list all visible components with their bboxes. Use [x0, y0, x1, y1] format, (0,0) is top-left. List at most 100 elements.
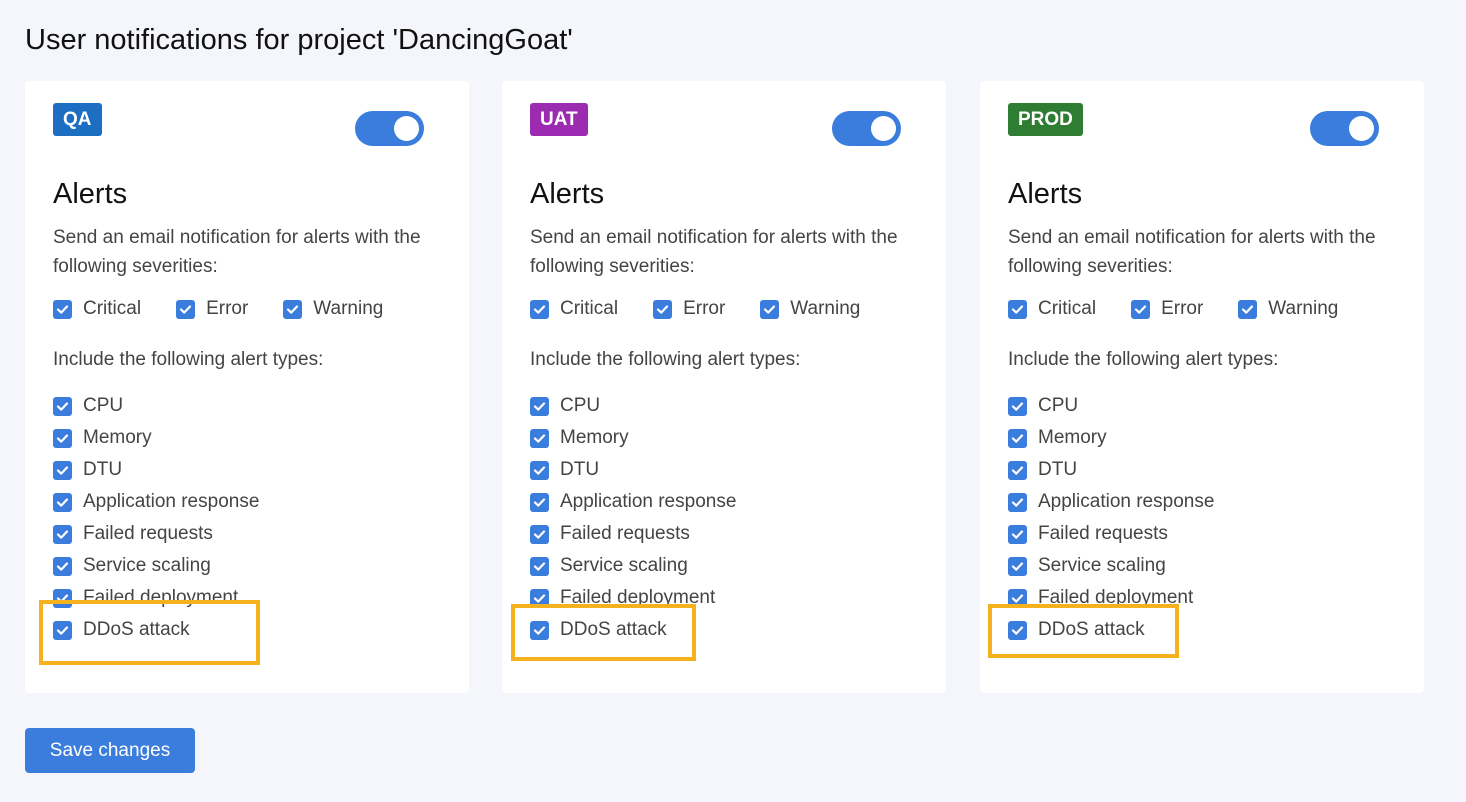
checkbox-checked-icon[interactable]: [53, 299, 72, 319]
checkbox-checked-icon[interactable]: [1008, 396, 1027, 416]
checkbox-label: Application response: [560, 491, 737, 512]
checkbox-label: Service scaling: [83, 555, 211, 576]
alert-type-checkbox-failed-requests[interactable]: Failed requests: [530, 518, 736, 550]
checkbox-label: Failed deployment: [83, 587, 239, 608]
severity-checkbox-warning[interactable]: Warning: [1238, 298, 1338, 320]
checkbox-checked-icon[interactable]: [53, 428, 72, 448]
alert-types-heading: Include the following alert types:: [530, 349, 801, 370]
environment-toggle[interactable]: [832, 111, 901, 146]
alert-type-checkbox-ddos-attack[interactable]: DDoS attack: [530, 614, 736, 646]
alert-type-checkbox-dtu[interactable]: DTU: [53, 454, 259, 486]
section-title: Alerts: [1008, 178, 1083, 210]
checkbox-label: Memory: [83, 427, 152, 448]
alert-type-checkbox-service-scaling[interactable]: Service scaling: [53, 550, 259, 582]
checkbox-label: Application response: [83, 491, 260, 512]
alert-type-checkbox-memory[interactable]: Memory: [530, 422, 736, 454]
alert-type-checkbox-cpu[interactable]: CPU: [1008, 390, 1214, 422]
checkbox-checked-icon[interactable]: [53, 524, 72, 544]
checkbox-checked-icon[interactable]: [1008, 428, 1027, 448]
checkbox-label: DTU: [83, 459, 123, 480]
severity-options: Critical Error Warning: [530, 295, 895, 323]
checkbox-checked-icon[interactable]: [1131, 299, 1151, 319]
checkbox-label: DDoS attack: [83, 619, 190, 640]
checkbox-label: Warning: [1268, 298, 1339, 319]
checkbox-checked-icon[interactable]: [53, 556, 72, 576]
alert-type-checkbox-ddos-attack[interactable]: DDoS attack: [1008, 614, 1214, 646]
alert-type-checkbox-failed-deployment[interactable]: Failed deployment: [53, 582, 259, 614]
checkbox-checked-icon[interactable]: [530, 299, 549, 319]
severity-checkbox-warning[interactable]: Warning: [283, 298, 383, 320]
save-changes-button[interactable]: Save changes: [25, 728, 195, 773]
severity-checkbox-error[interactable]: Error: [1131, 298, 1203, 320]
checkbox-label: CPU: [83, 395, 124, 416]
alert-types-heading: Include the following alert types:: [1008, 349, 1279, 370]
alert-type-checkbox-failed-deployment[interactable]: Failed deployment: [1008, 582, 1214, 614]
description: Send an email notification for alerts wi…: [53, 227, 421, 277]
checkbox-label: Failed deployment: [560, 587, 716, 608]
notifications-page: User notifications for project 'DancingG…: [0, 0, 1466, 802]
checkbox-checked-icon[interactable]: [283, 299, 303, 319]
checkbox-checked-icon[interactable]: [530, 588, 549, 608]
alert-type-checkbox-failed-requests[interactable]: Failed requests: [1008, 518, 1214, 550]
checkbox-label: Failed requests: [83, 523, 213, 544]
alert-type-checkbox-application-response[interactable]: Application response: [1008, 486, 1214, 518]
checkbox-label: DTU: [560, 459, 600, 480]
checkbox-checked-icon[interactable]: [530, 492, 549, 512]
severity-checkbox-warning[interactable]: Warning: [760, 298, 860, 320]
checkbox-label: Memory: [560, 427, 629, 448]
alert-type-checkbox-application-response[interactable]: Application response: [530, 486, 736, 518]
alert-type-checkbox-service-scaling[interactable]: Service scaling: [1008, 550, 1214, 582]
checkbox-label: Application response: [1038, 491, 1215, 512]
checkbox-checked-icon[interactable]: [1008, 524, 1027, 544]
alert-type-checkbox-ddos-attack[interactable]: DDoS attack: [53, 614, 259, 646]
checkbox-checked-icon[interactable]: [530, 396, 549, 416]
severity-checkbox-critical[interactable]: Critical: [530, 298, 618, 320]
alert-type-checkbox-dtu[interactable]: DTU: [1008, 454, 1214, 486]
checkbox-checked-icon[interactable]: [1008, 299, 1027, 319]
alert-type-checkbox-failed-deployment[interactable]: Failed deployment: [530, 582, 736, 614]
alert-type-list: CPU Memory DTU Application response Fail…: [530, 390, 736, 646]
toggle-knob: [871, 116, 896, 141]
alert-type-checkbox-application-response[interactable]: Application response: [53, 486, 259, 518]
severity-options: Critical Error Warning: [53, 295, 418, 323]
checkbox-checked-icon[interactable]: [1008, 492, 1027, 512]
environment-toggle[interactable]: [355, 111, 424, 146]
checkbox-checked-icon[interactable]: [1238, 299, 1258, 319]
checkbox-checked-icon[interactable]: [53, 620, 72, 640]
checkbox-checked-icon[interactable]: [53, 460, 72, 480]
toggle-knob: [394, 116, 419, 141]
checkbox-checked-icon[interactable]: [760, 299, 780, 319]
alert-type-checkbox-cpu[interactable]: CPU: [53, 390, 259, 422]
checkbox-checked-icon[interactable]: [1008, 620, 1027, 640]
severity-checkbox-error[interactable]: Error: [653, 298, 725, 320]
checkbox-checked-icon[interactable]: [530, 428, 549, 448]
checkbox-checked-icon[interactable]: [530, 556, 549, 576]
checkbox-checked-icon[interactable]: [653, 299, 673, 319]
alert-type-checkbox-memory[interactable]: Memory: [1008, 422, 1214, 454]
checkbox-checked-icon[interactable]: [176, 299, 196, 319]
alert-type-checkbox-service-scaling[interactable]: Service scaling: [530, 550, 736, 582]
alert-type-checkbox-dtu[interactable]: DTU: [530, 454, 736, 486]
alert-type-checkbox-cpu[interactable]: CPU: [530, 390, 736, 422]
checkbox-checked-icon[interactable]: [53, 588, 72, 608]
environment-card-prod: PROD Alerts Send an email notification f…: [980, 81, 1424, 693]
checkbox-checked-icon[interactable]: [530, 460, 549, 480]
checkbox-checked-icon[interactable]: [1008, 556, 1027, 576]
checkbox-checked-icon[interactable]: [530, 620, 549, 640]
checkbox-checked-icon[interactable]: [1008, 460, 1027, 480]
severity-options: Critical Error Warning: [1008, 295, 1373, 323]
severity-checkbox-critical[interactable]: Critical: [53, 298, 141, 320]
section-title: Alerts: [53, 178, 128, 210]
alert-type-checkbox-memory[interactable]: Memory: [53, 422, 259, 454]
checkbox-checked-icon[interactable]: [53, 396, 72, 416]
checkbox-label: DDoS attack: [560, 619, 667, 640]
checkbox-label: Warning: [790, 298, 861, 319]
severity-checkbox-critical[interactable]: Critical: [1008, 298, 1096, 320]
severity-checkbox-error[interactable]: Error: [176, 298, 248, 320]
checkbox-checked-icon[interactable]: [1008, 588, 1027, 608]
checkbox-checked-icon[interactable]: [53, 492, 72, 512]
checkbox-label: Error: [683, 298, 726, 319]
checkbox-checked-icon[interactable]: [530, 524, 549, 544]
alert-type-checkbox-failed-requests[interactable]: Failed requests: [53, 518, 259, 550]
environment-toggle[interactable]: [1310, 111, 1379, 146]
